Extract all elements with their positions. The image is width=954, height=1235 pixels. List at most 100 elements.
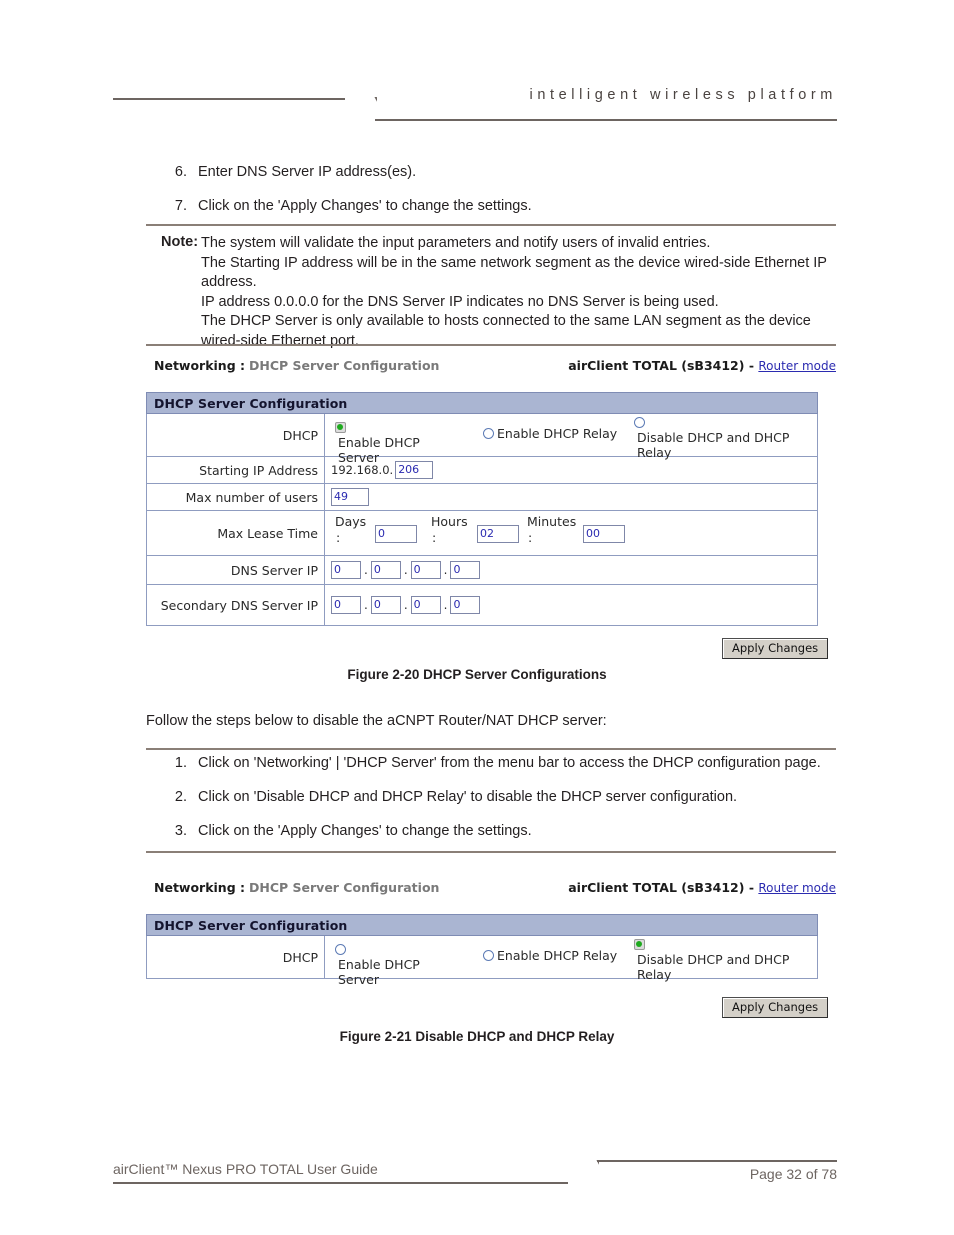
- dns-octet-2-input[interactable]: 0: [370, 561, 401, 579]
- table-row-secondary-dns-server-ip: Secondary DNS Server IP 0.0.0.0: [146, 584, 818, 626]
- router-mode-link[interactable]: Router mode: [758, 359, 836, 373]
- secondary-dns-octet-3-input[interactable]: 0: [410, 596, 441, 614]
- footer-rule-right: [597, 1160, 837, 1162]
- secondary-dns-server-ip-value-cell: 0.0.0.0: [324, 584, 818, 626]
- breadcrumb-page: DHCP Server Configuration: [249, 358, 440, 373]
- table-header-label: DHCP Server Configuration: [146, 392, 818, 414]
- ui-breadcrumb: Networking : DHCP Server Configuration: [154, 358, 439, 373]
- secondary-dns-octet-2-input[interactable]: 0: [370, 596, 401, 614]
- radio-option-enable-dhcp-relay[interactable]: Enable DHCP Relay: [483, 426, 633, 441]
- secondary-dns-dot: .: [403, 598, 408, 612]
- lease-days-label: Days: [335, 514, 367, 529]
- header-diagonal-divider: [341, 97, 377, 121]
- ui-breadcrumb: Networking : DHCP Server Configuration: [154, 880, 439, 895]
- dhcp-server-configuration-screenshot-1: Networking : DHCP Server Configuration a…: [146, 358, 836, 659]
- dhcp-config-table: DHCP Server Configuration DHCP Enable DH…: [146, 392, 818, 626]
- header-tagline: intelligent wireless platform: [529, 87, 837, 103]
- lease-minutes-colon: :: [528, 530, 533, 545]
- radio-option-disable-dhcp-and-relay[interactable]: Disable DHCP and DHCP Relay: [634, 415, 824, 460]
- step-text: Enter DNS Server IP address(es).: [198, 164, 417, 180]
- dhcp-radio-group: Enable DHCP Server Enable DHCP Relay Dis…: [331, 417, 813, 465]
- breadcrumb-menu: Networking :: [154, 358, 246, 373]
- apply-changes-button[interactable]: Apply Changes: [722, 638, 829, 659]
- table-row-max-lease-time: Max Lease Time Days : 0 Hours : 02 Minut…: [146, 510, 818, 556]
- radio-enable-dhcp-relay-icon[interactable]: [483, 950, 494, 961]
- dns-server-ip-value-cell: 0.0.0.0: [324, 555, 818, 585]
- dhcp-row-label: DHCP: [146, 935, 325, 979]
- radio-label: Enable DHCP Relay: [497, 948, 618, 963]
- secondary-dns-octet-1-input[interactable]: 0: [331, 596, 361, 614]
- radio-option-disable-dhcp-and-relay[interactable]: Disable DHCP and DHCP Relay: [634, 937, 824, 982]
- radio-label: Enable DHCP Server: [338, 957, 420, 987]
- radio-label: Disable DHCP and DHCP Relay: [637, 952, 790, 982]
- max-users-value-cell: 49: [324, 483, 818, 511]
- radio-option-enable-dhcp-relay[interactable]: Enable DHCP Relay: [483, 948, 633, 963]
- footer-rule-left: [113, 1182, 568, 1184]
- ui-titlebar: Networking : DHCP Server Configuration a…: [146, 358, 836, 376]
- dhcp-radio-group: Enable DHCP Server Enable DHCP Relay Dis…: [331, 939, 813, 987]
- page-header: intelligent wireless platform: [113, 84, 837, 121]
- lease-minutes-input[interactable]: 00: [583, 525, 625, 543]
- lease-hours-input[interactable]: 02: [477, 525, 519, 543]
- secondary-dns-octet-4-input[interactable]: 0: [450, 596, 481, 614]
- ui-device-info: airClient TOTAL (sB3412) - Router mode: [568, 880, 836, 895]
- apply-changes-button[interactable]: Apply Changes: [722, 997, 829, 1018]
- note-body: The system will validate the input param…: [201, 234, 836, 351]
- secondary-dns-dot: .: [364, 598, 368, 612]
- table-row-starting-ip: Starting IP Address 192.168.0. 206: [146, 456, 818, 484]
- radio-label: Disable DHCP and DHCP Relay: [637, 430, 790, 460]
- dns-dot: .: [443, 563, 448, 577]
- dhcp-row-label: DHCP: [146, 413, 325, 457]
- dns-octet-4-input[interactable]: 0: [450, 561, 481, 579]
- page-footer: airClient™ Nexus PRO TOTAL User Guide Pa…: [113, 1152, 837, 1186]
- divider-above-note: [146, 224, 836, 226]
- starting-ip-label: Starting IP Address: [146, 456, 325, 484]
- dhcp-mode-options-cell: Enable DHCP Server Enable DHCP Relay Dis…: [324, 413, 818, 465]
- radio-label: Enable DHCP Relay: [497, 426, 618, 441]
- footer-page-number: Page 32 of 78: [749, 1166, 837, 1182]
- table-row-dhcp-mode: DHCP Enable DHCP Server Enable DHCP Rela…: [146, 413, 818, 465]
- footer-document-title: airClient™ Nexus PRO TOTAL User Guide: [113, 1161, 378, 1177]
- device-model: airClient TOTAL (sB3412) -: [568, 358, 755, 373]
- table-header-label: DHCP Server Configuration: [146, 914, 818, 936]
- radio-enable-dhcp-server-icon[interactable]: [335, 944, 346, 955]
- dhcp-mode-options-cell: Enable DHCP Server Enable DHCP Relay Dis…: [324, 935, 818, 987]
- router-mode-link[interactable]: Router mode: [758, 881, 836, 895]
- step-text: Click on the 'Apply Changes' to change t…: [198, 823, 532, 839]
- dns-octet-1-input[interactable]: 0: [331, 561, 361, 579]
- table-row-max-users: Max number of users 49: [146, 483, 818, 511]
- table-row-dns-server-ip: DNS Server IP 0.0.0.0: [146, 555, 818, 585]
- intro-paragraph: Follow the steps below to disable the aC…: [146, 713, 607, 729]
- max-users-label: Max number of users: [146, 483, 325, 511]
- dns-octet-3-input[interactable]: 0: [410, 561, 441, 579]
- ui-titlebar: Networking : DHCP Server Configuration a…: [146, 880, 836, 898]
- dns-dot: .: [403, 563, 408, 577]
- header-rule-left: [113, 98, 345, 100]
- note-line: The Starting IP address will be in the s…: [201, 254, 827, 291]
- radio-disable-dhcp-and-relay-icon[interactable]: [634, 939, 645, 950]
- max-users-input[interactable]: 49: [331, 488, 369, 506]
- radio-disable-dhcp-and-relay-icon[interactable]: [634, 417, 645, 428]
- dhcp-server-configuration-screenshot-2: Networking : DHCP Server Configuration a…: [146, 880, 836, 1018]
- lease-hours-label: Hours: [431, 514, 468, 529]
- figure-caption-2-20: Figure 2-20 DHCP Server Configurations: [347, 667, 607, 682]
- table-header-row: DHCP Server Configuration: [146, 392, 818, 414]
- lease-days-input[interactable]: 0: [375, 525, 417, 543]
- radio-option-enable-dhcp-server[interactable]: Enable DHCP Server: [335, 942, 455, 987]
- device-model: airClient TOTAL (sB3412) -: [568, 880, 755, 895]
- max-lease-time-label: Max Lease Time: [146, 510, 325, 556]
- radio-option-enable-dhcp-server[interactable]: Enable DHCP Server: [335, 420, 455, 465]
- lease-time-fields: Days : 0 Hours : 02 Minutes : 00: [331, 514, 813, 552]
- radio-enable-dhcp-server-icon[interactable]: [335, 422, 346, 433]
- lease-days-colon: :: [336, 530, 341, 545]
- secondary-dns-server-ip-label: Secondary DNS Server IP: [146, 584, 325, 626]
- note-line: The system will validate the input param…: [201, 235, 711, 251]
- lease-minutes-label: Minutes: [527, 514, 577, 529]
- radio-enable-dhcp-relay-icon[interactable]: [483, 428, 494, 439]
- breadcrumb-page: DHCP Server Configuration: [249, 880, 440, 895]
- dns-server-ip-label: DNS Server IP: [146, 555, 325, 585]
- note-label: Note:: [161, 234, 199, 250]
- secondary-dns-dot: .: [443, 598, 448, 612]
- step-number: 7.: [174, 198, 187, 214]
- step-text: Click on 'Disable DHCP and DHCP Relay' t…: [198, 789, 738, 805]
